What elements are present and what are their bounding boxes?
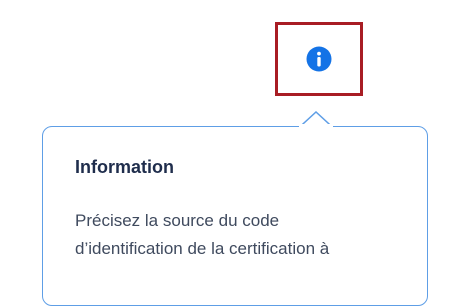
info-popover: Information Précisez la source du code d… xyxy=(42,126,428,306)
popover-title: Information xyxy=(75,157,174,177)
popover-body: Précisez la source du code d’identificat… xyxy=(75,207,415,263)
popover-body-line: Précisez la source du code xyxy=(75,211,280,230)
popover-arrow-joint xyxy=(299,124,333,129)
info-icon xyxy=(306,46,332,72)
popover-body-line: d’identification de la certification à xyxy=(75,239,330,258)
info-button[interactable] xyxy=(275,22,363,96)
